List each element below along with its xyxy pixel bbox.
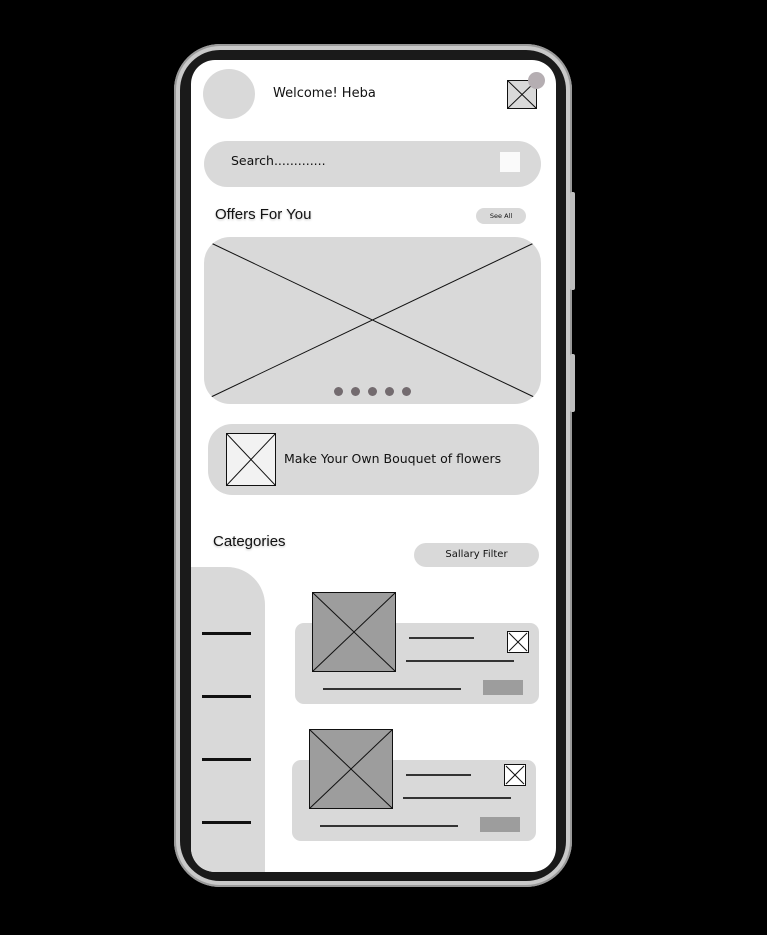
carousel-dot[interactable] (385, 387, 394, 396)
phone-power-button (570, 354, 575, 412)
close-icon[interactable] (507, 631, 529, 653)
see-all-button[interactable]: See All (476, 208, 526, 224)
carousel-indicator (334, 387, 411, 396)
product-title-line (409, 637, 474, 639)
product-image-placeholder-icon (308, 728, 394, 810)
carousel-dot[interactable] (351, 387, 360, 396)
product-price-button[interactable] (483, 680, 523, 695)
carousel-dot[interactable] (334, 387, 343, 396)
product-image-placeholder-icon (311, 591, 397, 673)
banner-image-placeholder-icon (210, 242, 535, 398)
offers-banner[interactable] (204, 237, 541, 404)
category-menu-item[interactable] (202, 632, 251, 635)
search-input[interactable]: Search............. (231, 153, 326, 168)
make-bouquet-card[interactable]: Make Your Own Bouquet of flowers (208, 424, 539, 495)
welcome-text: Welcome! Heba (273, 86, 376, 101)
phone-volume-button (570, 192, 575, 290)
product-subtitle-line (403, 797, 511, 799)
offers-title: Offers For You (215, 206, 312, 223)
make-bouquet-label: Make Your Own Bouquet of flowers (284, 451, 502, 466)
search-bar[interactable]: Search............. (204, 141, 541, 187)
category-menu-item[interactable] (202, 758, 251, 761)
salary-filter-button[interactable]: Sallary Filter (414, 543, 539, 567)
carousel-dot[interactable] (368, 387, 377, 396)
categories-title: Categories (213, 533, 286, 550)
close-icon[interactable] (504, 764, 526, 786)
product-title-line (406, 774, 471, 776)
bouquet-image-placeholder-icon (225, 432, 277, 487)
product-description-line (323, 688, 461, 690)
notification-badge (528, 72, 545, 89)
product-subtitle-line (406, 660, 514, 662)
search-icon[interactable] (500, 152, 520, 172)
category-menu-item[interactable] (202, 695, 251, 698)
product-description-line (320, 825, 458, 827)
category-menu-item[interactable] (202, 821, 251, 824)
product-price-button[interactable] (480, 817, 520, 832)
app-screen: Welcome! Heba Search............. Offers… (191, 60, 556, 872)
carousel-dot[interactable] (402, 387, 411, 396)
avatar[interactable] (203, 69, 255, 119)
category-side-menu (191, 567, 265, 872)
